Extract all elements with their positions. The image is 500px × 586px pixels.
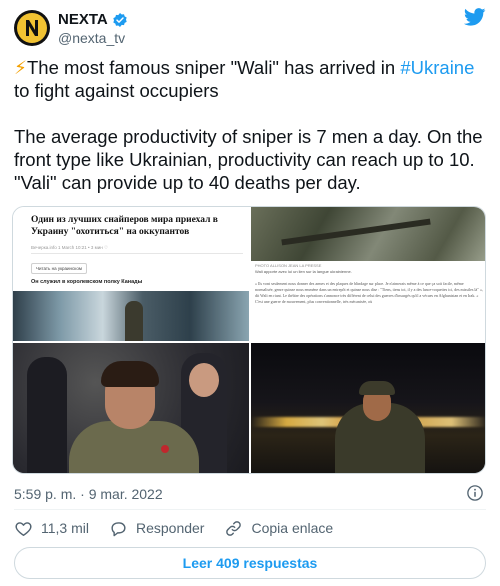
media-image-2[interactable]: PHOTO ALLISON JEAN LA PRESSE Wali apport… <box>251 207 485 341</box>
background-person <box>27 357 67 473</box>
link-icon <box>226 520 242 536</box>
photo-caption: PHOTO ALLISON JEAN LA PRESSE <box>255 263 322 268</box>
photo-caption-2: Wali apporte avec lui un lien sur la lan… <box>255 269 352 274</box>
tweet-header: NEXTA @nexta_tv <box>14 8 486 50</box>
article-photo-figure <box>125 301 143 341</box>
article-meta: Вечерка.info 1 March 10:21 • 3 мин ♡ <box>31 245 109 250</box>
reply-button[interactable]: Responder <box>109 519 205 538</box>
media-image-4[interactable] <box>251 343 485 473</box>
article-photo <box>13 291 249 341</box>
article-chip: Читать на украинском <box>31 263 87 274</box>
article-headline: Один из лучших снайперов мира приехал в … <box>31 215 218 237</box>
media-image-1[interactable]: Один из лучших снайперов мира приехал в … <box>13 207 249 341</box>
reply-label: Responder <box>135 520 205 536</box>
speech-bubble-icon <box>111 521 126 536</box>
copy-link-label: Copia enlace <box>251 520 334 536</box>
display-name[interactable]: NEXTA <box>58 11 108 28</box>
like-button[interactable]: 11,3 mil <box>14 519 89 538</box>
tweet-paragraph-2: The average productivity of sniper is 7 … <box>14 126 483 193</box>
soldier-cap <box>359 381 395 395</box>
media-grid: Один из лучших снайперов мира приехал в … <box>12 206 486 474</box>
nexta-logo-icon <box>24 18 40 38</box>
lightning-emoji-icon: ⚡ <box>14 57 27 78</box>
action-bar: 11,3 mil Responder Copia enlace <box>14 517 353 539</box>
article-divider <box>31 253 243 254</box>
twitter-bird-icon[interactable] <box>464 8 486 26</box>
handle[interactable]: @nexta_tv <box>58 30 125 46</box>
info-icon[interactable] <box>466 484 484 502</box>
divider <box>14 509 486 510</box>
timestamp[interactable]: 5:59 p. m. · 9 mar. 2022 <box>14 486 163 502</box>
article-body: « Ils vont seulement nous donner des arm… <box>255 281 483 304</box>
read-replies-button[interactable]: Leer 409 respuestas <box>14 547 486 579</box>
hair <box>101 361 159 387</box>
sniper-rifle-photo <box>251 207 485 261</box>
article-subheading: Он служил в королевском полку Канады <box>31 279 143 285</box>
poppy-pin <box>161 445 169 453</box>
tweet-text-line1-post: to fight against occupiers <box>14 80 219 101</box>
rifle-shape <box>281 218 431 246</box>
name-row: NEXTA <box>58 11 128 28</box>
tweet-text-line1: The most famous sniper "Wali" has arrive… <box>27 57 401 78</box>
tweet-text: ⚡The most famous sniper "Wali" has arriv… <box>14 56 492 194</box>
background-face <box>189 363 219 397</box>
verified-badge-icon <box>113 12 127 27</box>
like-count: 11,3 mil <box>41 520 89 536</box>
tweet-paragraph-1: ⚡The most famous sniper "Wali" has arriv… <box>14 56 492 102</box>
tweet-card: NEXTA @nexta_tv ⚡The most famous sniper … <box>0 0 500 586</box>
media-image-3[interactable] <box>13 343 249 473</box>
uniform <box>69 421 199 473</box>
heart-icon <box>15 521 32 536</box>
copy-link-button[interactable]: Copia enlace <box>224 519 333 538</box>
hashtag-link[interactable]: #Ukraine <box>400 57 474 78</box>
avatar[interactable] <box>14 10 50 46</box>
